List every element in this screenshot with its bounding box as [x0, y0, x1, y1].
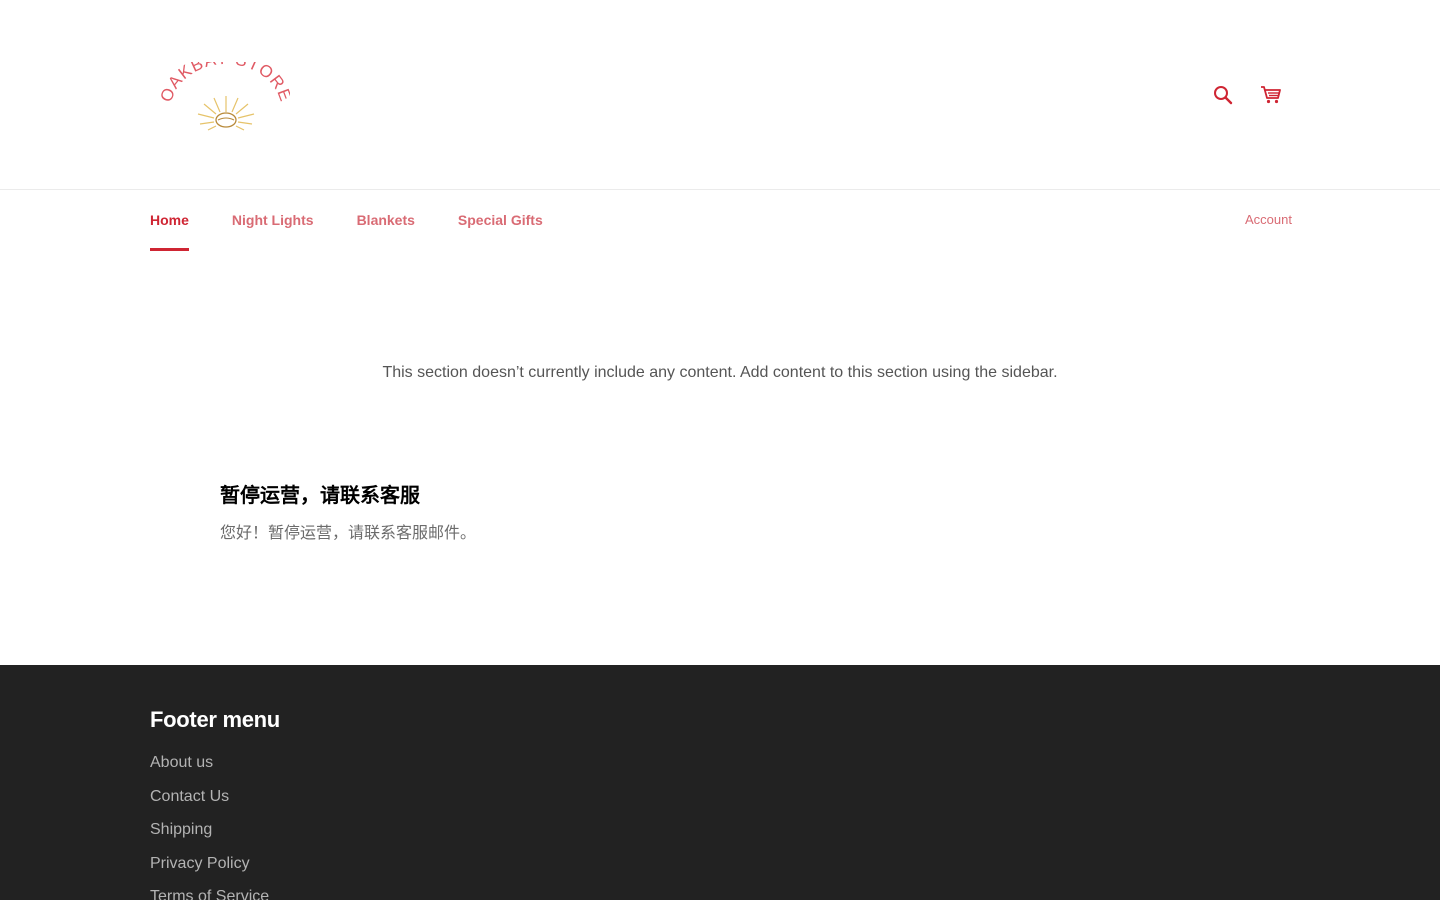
nav-item-special-gifts[interactable]: Special Gifts [458, 191, 543, 251]
nav-item-home[interactable]: Home [150, 191, 189, 251]
notice-body: 您好！暂停运营，请联系客服邮件。 [220, 523, 477, 542]
header-icons [1210, 82, 1284, 108]
cart-icon[interactable] [1258, 82, 1284, 108]
site-header: OAKBAY STORE [0, 0, 1440, 190]
search-icon[interactable] [1210, 82, 1236, 108]
main-nav: Home Night Lights Blankets Special Gifts… [0, 191, 1440, 251]
nav-item-night-lights[interactable]: Night Lights [232, 191, 314, 251]
footer-menu-title: Footer menu [150, 707, 280, 732]
footer-menu: About us Contact Us Shipping Privacy Pol… [150, 751, 269, 900]
nav-item-blankets[interactable]: Blankets [357, 191, 415, 251]
footer-link-about-us[interactable]: About us [150, 751, 269, 785]
footer-link-terms-of-service[interactable]: Terms of Service [150, 885, 269, 900]
notice-title: 暂停运营，请联系客服 [220, 483, 420, 507]
svg-text:OAKBAY STORE: OAKBAY STORE [160, 62, 290, 105]
notice-section: 暂停运营，请联系客服 您好！暂停运营，请联系客服邮件。 [220, 481, 1220, 545]
footer-link-shipping[interactable]: Shipping [150, 818, 269, 852]
empty-section-message: This section doesn’t currently include a… [382, 364, 1058, 381]
nav-list: Home Night Lights Blankets Special Gifts [150, 191, 543, 251]
store-logo[interactable]: OAKBAY STORE [160, 62, 290, 132]
footer-link-contact-us[interactable]: Contact Us [150, 785, 269, 819]
footer-link-privacy-policy[interactable]: Privacy Policy [150, 852, 269, 886]
site-footer: Footer menu About us Contact Us Shipping… [0, 665, 1440, 900]
account-link[interactable]: Account [1245, 212, 1292, 227]
